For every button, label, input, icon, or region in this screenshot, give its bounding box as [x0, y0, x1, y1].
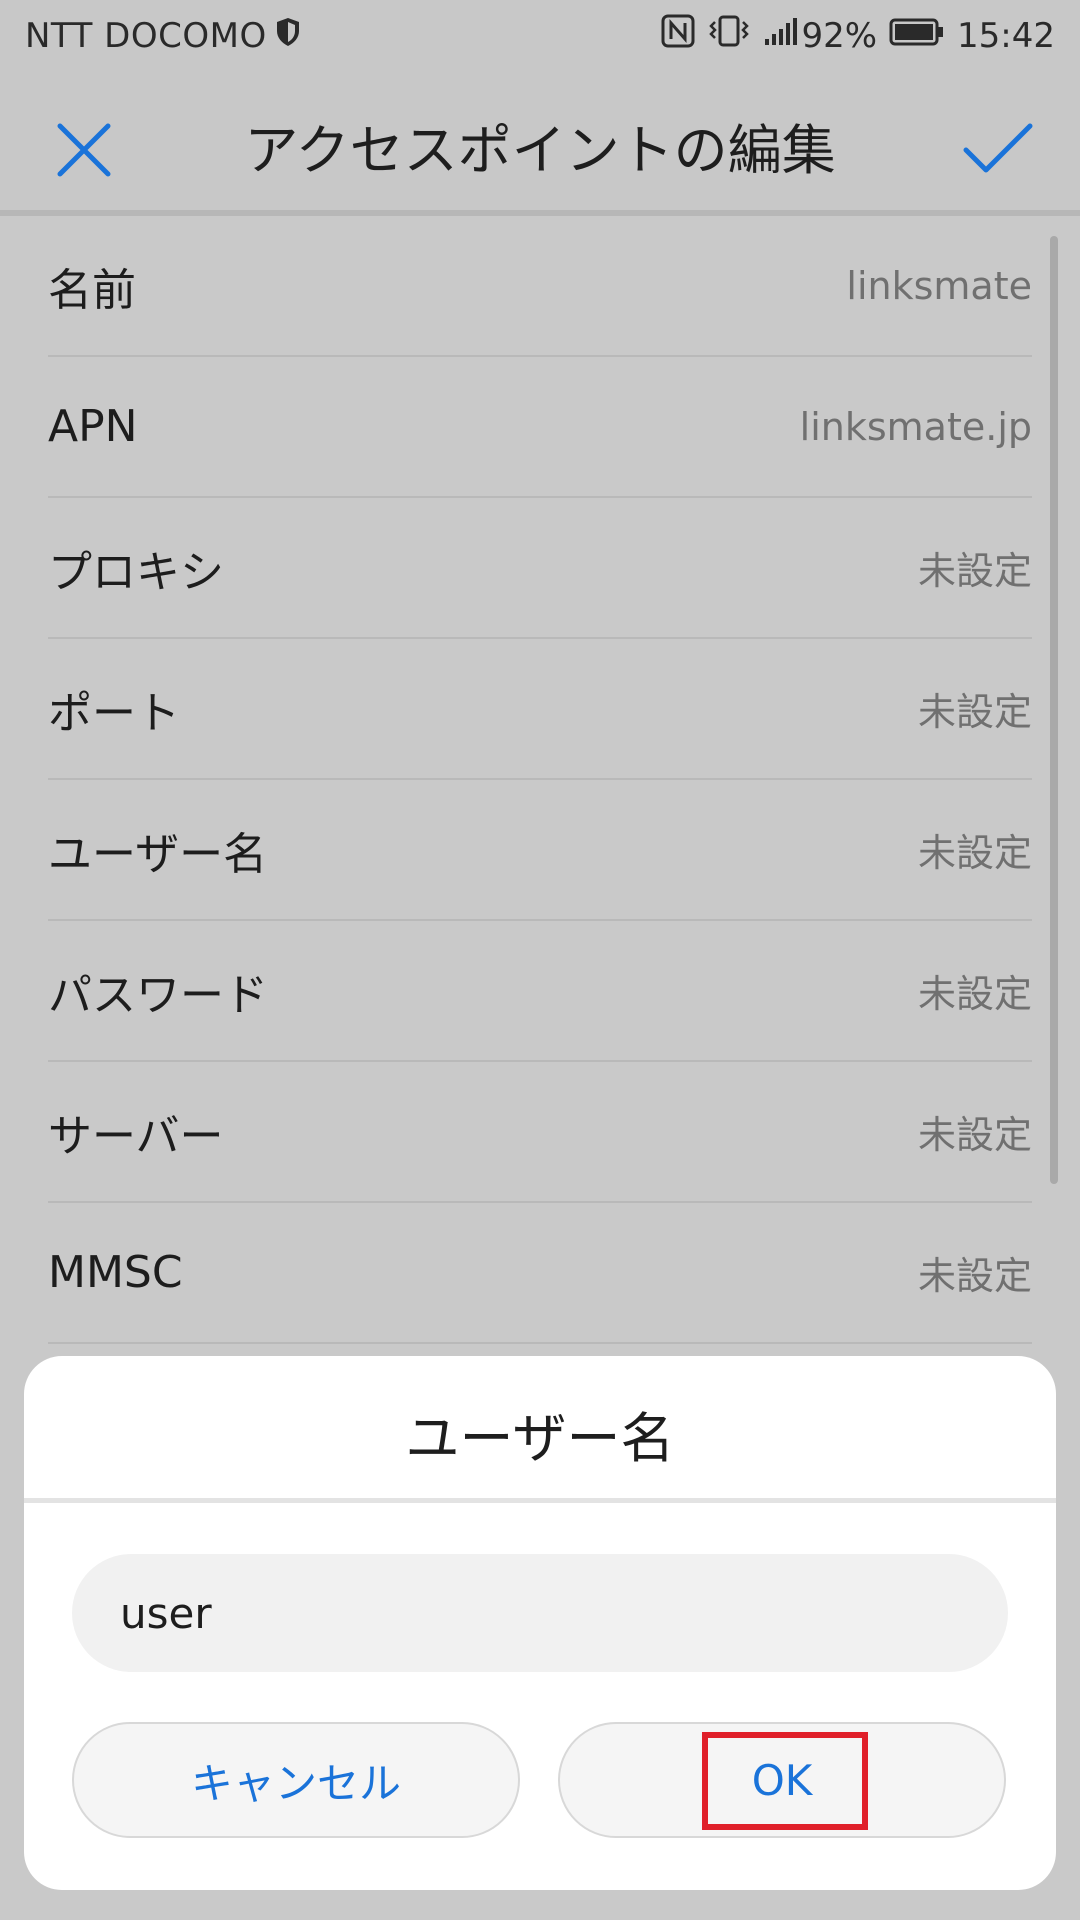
confirm-button[interactable] [958, 114, 1038, 184]
list-item-value: 未設定 [917, 972, 1032, 1016]
shield-icon [275, 16, 301, 56]
list-item-label: ユーザー名 [48, 828, 268, 880]
list-item-label: サーバー [48, 1110, 224, 1162]
list-item-name[interactable]: 名前 linksmate [48, 216, 1032, 357]
list-item-username[interactable]: ユーザー名 未設定 [48, 780, 1032, 921]
list-item-apn[interactable]: APN linksmate.jp [48, 357, 1032, 498]
username-input[interactable] [72, 1554, 1008, 1672]
list-item-password[interactable]: パスワード 未設定 [48, 921, 1032, 1062]
list-item-label: APN [48, 401, 138, 452]
battery-percent: 92% [801, 15, 878, 56]
status-bar: NTT DOCOMO 92% 15:42 [0, 0, 1080, 76]
list-item-value: 未設定 [917, 1254, 1032, 1298]
check-icon [958, 123, 1038, 188]
list-item-value: 未設定 [917, 1113, 1032, 1157]
nfc-icon [661, 14, 695, 57]
status-left: NTT DOCOMO [25, 16, 301, 56]
signal-icon [763, 16, 798, 56]
scrollbar[interactable] [1050, 236, 1058, 1184]
list-item-port[interactable]: ポート 未設定 [48, 639, 1032, 780]
dialog-title: ユーザー名 [405, 1407, 675, 1470]
list-item-value: linksmate [846, 263, 1032, 308]
list-item-mmsc[interactable]: MMSC 未設定 [48, 1203, 1032, 1344]
list-item-value: linksmate.jp [799, 404, 1032, 449]
cancel-button[interactable]: キャンセル [72, 1722, 520, 1838]
status-right: 92% 15:42 [649, 14, 1055, 57]
username-dialog: ユーザー名 キャンセル OK [24, 1356, 1056, 1890]
carrier-name: NTT DOCOMO [25, 16, 267, 56]
list-item-label: プロキシ [48, 546, 224, 598]
page-title: アクセスポイントの編集 [244, 119, 836, 182]
list-item-value: 未設定 [917, 549, 1032, 593]
list-item-value: 未設定 [917, 831, 1032, 875]
list-item-label: パスワード [48, 969, 268, 1021]
list-item-label: MMSC [48, 1247, 183, 1298]
list-item-proxy[interactable]: プロキシ 未設定 [48, 498, 1032, 639]
apn-settings-list: 名前 linksmate APN linksmate.jp プロキシ 未設定 ポ… [48, 216, 1032, 1344]
vibrate-icon [707, 14, 751, 57]
clock: 15:42 [957, 15, 1055, 56]
battery-icon [889, 16, 945, 56]
list-item-label: ポート [48, 687, 180, 739]
dialog-divider [24, 1498, 1056, 1503]
close-icon [50, 123, 120, 190]
app-header: アクセスポイントの編集 [0, 76, 1080, 210]
highlight-box [702, 1732, 868, 1830]
list-item-label: 名前 [48, 264, 136, 316]
list-item-value: 未設定 [917, 690, 1032, 734]
close-button[interactable] [50, 116, 120, 186]
list-item-server[interactable]: サーバー 未設定 [48, 1062, 1032, 1203]
